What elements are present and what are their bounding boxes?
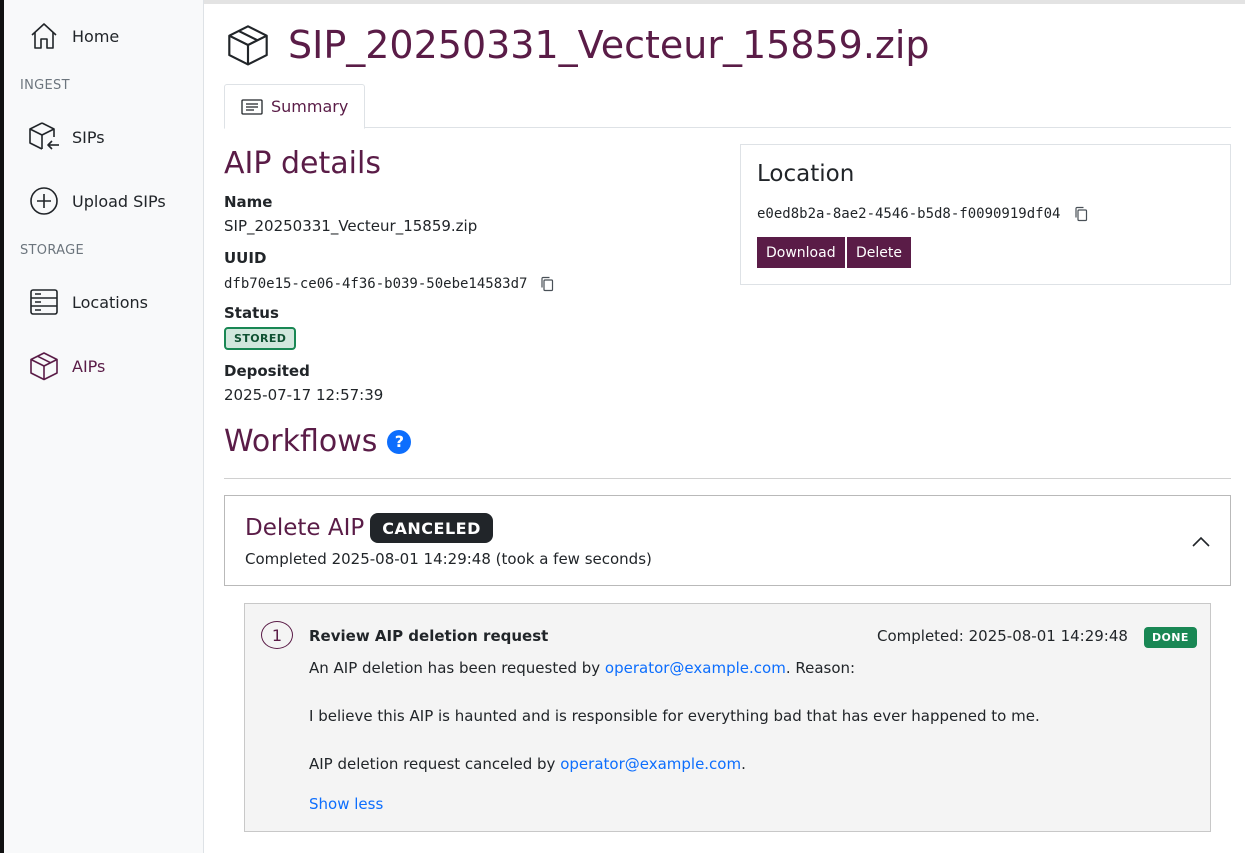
location-card: Location e0ed8b2a-8ae2-4546-b5d8-f009091… (740, 144, 1231, 285)
sidebar: Home INGEST SIPs Upload SIPs STORAGE Loc… (4, 0, 204, 853)
top-border (204, 0, 1245, 4)
divider (224, 478, 1231, 479)
box-icon (224, 21, 272, 69)
sidebar-item-label: Upload SIPs (72, 191, 166, 211)
uuid-value: dfb70e15-ce06-4f36-b039-50ebe14583d7 (224, 276, 528, 292)
task-request-line: An AIP deletion has been requested by op… (309, 659, 855, 677)
aip-details-heading-wrap: AIP details (224, 146, 381, 181)
page-header: SIP_20250331_Vecteur_15859.zip (224, 20, 930, 70)
uuid-label: UUID (224, 249, 267, 267)
task-card: 1 Review AIP deletion request Completed:… (244, 603, 1211, 832)
canceler-email-link[interactable]: operator@example.com (560, 755, 741, 773)
sidebar-item-home[interactable]: Home (26, 16, 119, 56)
download-button[interactable]: Download (757, 237, 845, 268)
home-icon (26, 18, 62, 54)
task-completed: Completed: 2025-08-01 14:29:48 (877, 627, 1128, 645)
sidebar-item-sips[interactable]: SIPs (26, 117, 105, 157)
task-status-badge: DONE (1144, 627, 1197, 648)
task-text: . Reason: (785, 659, 856, 677)
copy-icon[interactable] (540, 276, 554, 292)
task-text: . (741, 755, 746, 773)
copy-icon[interactable] (1074, 206, 1088, 222)
plus-circle-icon (26, 183, 62, 219)
sidebar-item-label: Locations (72, 292, 149, 312)
workflow-title: Delete AIP (245, 515, 365, 541)
sidebar-item-aips[interactable]: AIPs (26, 346, 105, 386)
step-number: 1 (261, 621, 293, 649)
page-title: SIP_20250331_Vecteur_15859.zip (288, 23, 930, 67)
tab-label: Summary (271, 97, 349, 116)
status-label: Status (224, 304, 279, 322)
requester-email-link[interactable]: operator@example.com (605, 659, 786, 677)
deposited-value: 2025-07-17 12:57:39 (224, 386, 384, 404)
task-text: AIP deletion request canceled by (309, 755, 561, 773)
location-uuid: e0ed8b2a-8ae2-4546-b5d8-f0090919df04 (757, 206, 1061, 222)
summary-icon (241, 98, 263, 115)
task-reason: I believe this AIP is haunted and is res… (309, 707, 1040, 725)
sidebar-item-label: Home (72, 26, 120, 46)
task-cancel-line: AIP deletion request canceled by operato… (309, 755, 746, 773)
workflow-subtitle: Completed 2025-08-01 14:29:48 (took a fe… (245, 550, 652, 568)
task-toggle-line: Show less (309, 795, 383, 813)
deposited-label: Deposited (224, 362, 310, 380)
name-label: Name (224, 193, 273, 211)
chevron-up-icon[interactable] (1192, 532, 1210, 551)
task-text: An AIP deletion has been requested by (309, 659, 605, 677)
aip-details-heading: AIP details (224, 146, 381, 181)
server-icon (26, 284, 62, 320)
sidebar-item-label: AIPs (72, 356, 106, 376)
workflows-header: Workflows ? (224, 424, 412, 459)
name-value: SIP_20250331_Vecteur_15859.zip (224, 217, 478, 235)
location-uuid-row: e0ed8b2a-8ae2-4546-b5d8-f0090919df04 (757, 203, 1088, 222)
help-icon[interactable]: ? (387, 429, 412, 454)
sidebar-item-upload-sips[interactable]: Upload SIPs (26, 181, 166, 221)
sidebar-section-storage: STORAGE (20, 243, 84, 258)
package-in-icon (26, 119, 62, 155)
tab-bar: Summary (224, 84, 1231, 129)
box-icon (26, 348, 62, 384)
workflows-heading: Workflows (224, 424, 378, 459)
workflow-status-badge: CANCELED (370, 513, 493, 543)
delete-button[interactable]: Delete (847, 237, 911, 268)
location-heading: Location (757, 161, 855, 187)
sidebar-item-label: SIPs (72, 127, 105, 147)
status-badge: STORED (224, 327, 297, 350)
task-title: Review AIP deletion request (309, 627, 549, 645)
workflow-card[interactable]: Delete AIP CANCELED Completed 2025-08-01… (224, 495, 1231, 586)
sidebar-item-locations[interactable]: Locations (26, 282, 148, 322)
uuid-row: dfb70e15-ce06-4f36-b039-50ebe14583d7 (224, 274, 554, 292)
tab-summary[interactable]: Summary (224, 84, 366, 129)
workflow-title-row: Delete AIP CANCELED (245, 513, 493, 543)
sidebar-section-ingest: INGEST (20, 78, 70, 93)
show-less-link[interactable]: Show less (309, 795, 383, 813)
